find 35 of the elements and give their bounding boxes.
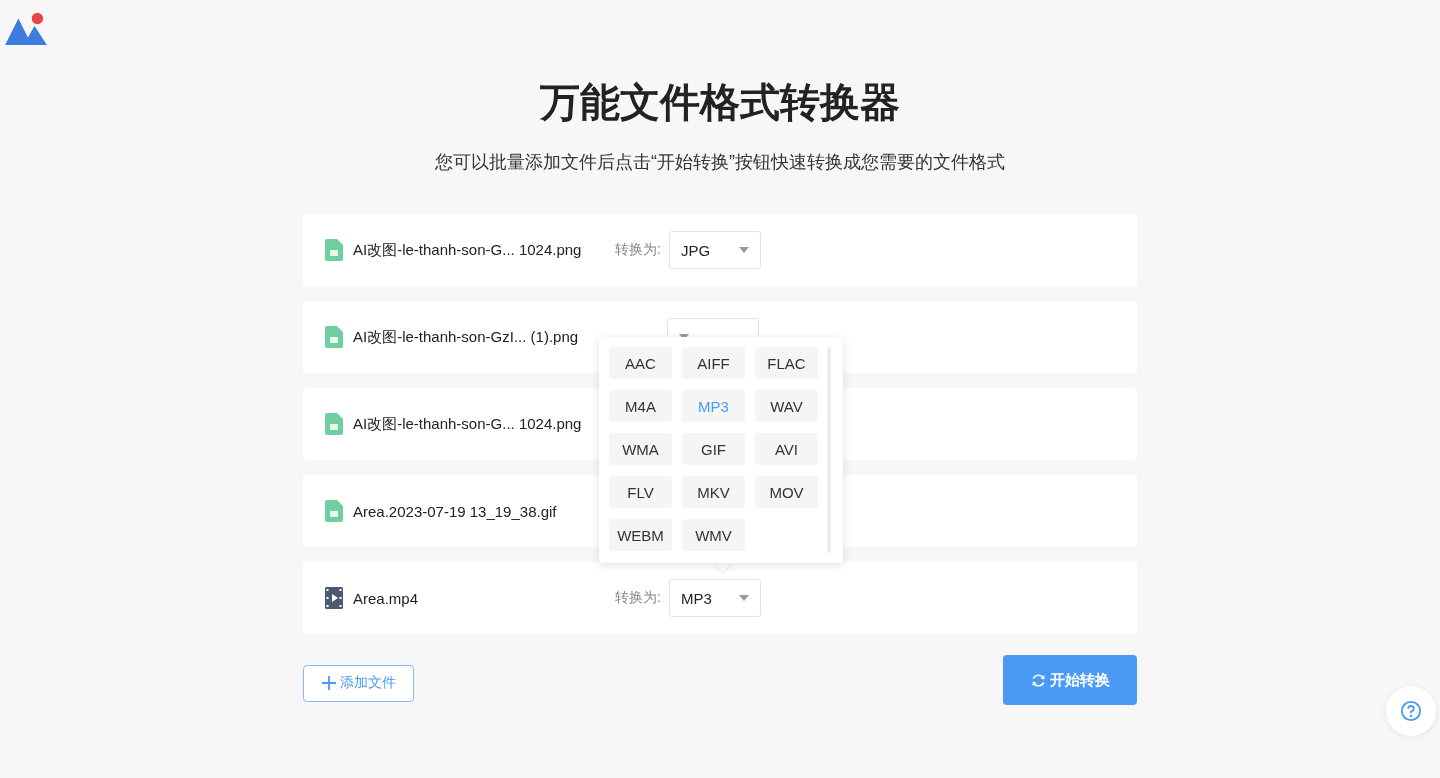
caret-icon bbox=[738, 247, 749, 253]
image-file-icon bbox=[325, 326, 343, 348]
refresh-icon bbox=[1030, 672, 1046, 688]
format-select[interactable]: JPG bbox=[668, 231, 761, 269]
convert-to-label: 转换为: bbox=[615, 241, 661, 259]
format-option[interactable]: AAC bbox=[609, 347, 672, 379]
format-select[interactable]: MP3 bbox=[668, 579, 761, 617]
page-subtitle: 您可以批量添加文件后点击“开始转换”按钮快速转换成您需要的文件格式 bbox=[435, 151, 1005, 174]
format-option[interactable]: WEBM bbox=[609, 519, 672, 551]
convert-to-label: 转换为: bbox=[615, 589, 661, 607]
format-option[interactable]: FLV bbox=[609, 476, 672, 508]
image-file-icon bbox=[325, 239, 343, 261]
format-option[interactable]: M4A bbox=[609, 390, 672, 422]
format-option[interactable]: MKV bbox=[682, 476, 745, 508]
file-name: Area.2023-07-19 13_19_38.gif bbox=[353, 502, 558, 520]
file-name: AI改图-le-thanh-son-G... 1024.png bbox=[353, 240, 583, 260]
file-name: AI改图-le-thanh-son-G... 1024.png bbox=[353, 414, 583, 434]
file-name: Area.mp4 bbox=[353, 589, 420, 607]
format-option[interactable]: GIF bbox=[682, 433, 745, 465]
image-file-icon bbox=[325, 413, 343, 435]
plus-icon bbox=[321, 676, 336, 690]
file-name: AI改图-le-thanh-son-GzI... (1).png bbox=[353, 327, 580, 347]
caret-icon bbox=[738, 595, 749, 601]
format-option[interactable]: AIFF bbox=[682, 347, 745, 379]
format-option[interactable]: WMV bbox=[682, 519, 745, 551]
format-option[interactable]: MOV bbox=[755, 476, 818, 508]
image-file-icon bbox=[325, 500, 343, 522]
page-title: 万能文件格式转换器 bbox=[540, 79, 900, 126]
format-option[interactable]: FLAC bbox=[755, 347, 818, 379]
format-option[interactable]: WAV bbox=[755, 390, 818, 422]
help-icon bbox=[1400, 700, 1422, 722]
help-button[interactable] bbox=[1386, 686, 1436, 736]
format-option[interactable]: AVI bbox=[755, 433, 818, 465]
video-file-icon bbox=[325, 587, 343, 609]
format-option[interactable]: WMA bbox=[609, 433, 672, 465]
